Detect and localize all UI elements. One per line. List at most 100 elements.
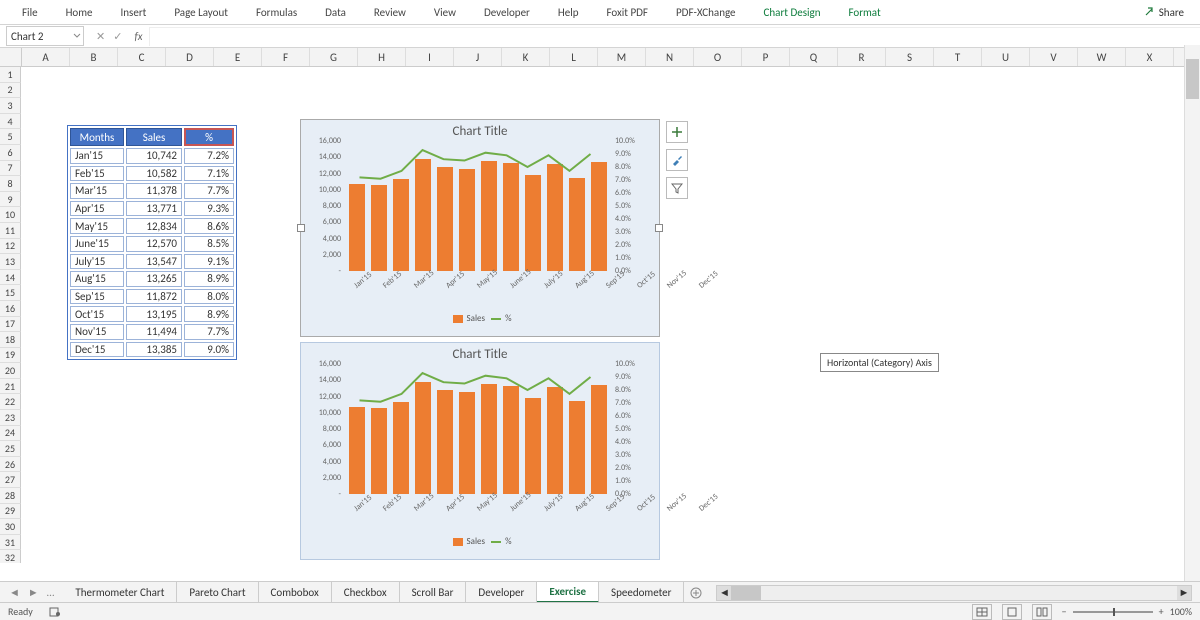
- cell-sales[interactable]: 12,570: [126, 236, 182, 252]
- row-28[interactable]: 28: [0, 488, 21, 504]
- row-21[interactable]: 21: [0, 379, 21, 395]
- table-row[interactable]: Sep'1511,8728.0%: [70, 289, 234, 305]
- row-16[interactable]: 16: [0, 301, 21, 317]
- row-3[interactable]: 3: [0, 98, 21, 114]
- row-27[interactable]: 27: [0, 472, 21, 488]
- sheet-nav[interactable]: ◄►…: [0, 586, 63, 599]
- tab-home[interactable]: Home: [52, 0, 107, 24]
- plot-area[interactable]: -2,0004,0006,0008,00010,00012,00014,0001…: [345, 141, 611, 271]
- col-P[interactable]: P: [742, 48, 790, 66]
- cell-sales[interactable]: 12,834: [126, 218, 182, 234]
- name-box[interactable]: Chart 2: [6, 26, 84, 46]
- cancel-icon[interactable]: ✕: [96, 30, 105, 43]
- cell-sales[interactable]: 10,582: [126, 166, 182, 182]
- cell-month[interactable]: Apr'15: [70, 201, 124, 217]
- row-6[interactable]: 6: [0, 145, 21, 161]
- row-29[interactable]: 29: [0, 504, 21, 520]
- hdr-sales[interactable]: Sales: [126, 128, 182, 146]
- table-row[interactable]: Oct'1513,1958.9%: [70, 306, 234, 322]
- row-15[interactable]: 15: [0, 285, 21, 301]
- data-table[interactable]: Months Sales % Jan'1510,7427.2%Feb'1510,…: [67, 125, 237, 360]
- row-2[interactable]: 2: [0, 83, 21, 99]
- cell-month[interactable]: Jan'15: [70, 148, 124, 164]
- row-12[interactable]: 12: [0, 239, 21, 255]
- formula-input[interactable]: [149, 27, 1200, 46]
- table-row[interactable]: Dec'1513,3859.0%: [70, 342, 234, 358]
- row-24[interactable]: 24: [0, 426, 21, 442]
- new-sheet-button[interactable]: [684, 587, 708, 599]
- cell-pct[interactable]: 8.9%: [184, 271, 234, 287]
- cell-pct[interactable]: 7.7%: [184, 324, 234, 340]
- row-5[interactable]: 5: [0, 129, 21, 145]
- col-A[interactable]: A: [22, 48, 70, 66]
- scroll-thumb[interactable]: [731, 586, 761, 600]
- hdr-pct[interactable]: %: [184, 128, 234, 146]
- row-32[interactable]: 32: [0, 550, 21, 563]
- cell-pct[interactable]: 8.9%: [184, 306, 234, 322]
- cell-pct[interactable]: 7.2%: [184, 148, 234, 164]
- col-W[interactable]: W: [1078, 48, 1126, 66]
- share-button[interactable]: Share: [1135, 6, 1192, 19]
- cell-sales[interactable]: 11,872: [126, 289, 182, 305]
- row-17[interactable]: 17: [0, 317, 21, 333]
- tab-review[interactable]: Review: [360, 0, 420, 24]
- chart-styles-button[interactable]: [666, 149, 688, 171]
- row-25[interactable]: 25: [0, 441, 21, 457]
- cell-month[interactable]: June'15: [70, 236, 124, 252]
- table-row[interactable]: Feb'1510,5827.1%: [70, 166, 234, 182]
- row-8[interactable]: 8: [0, 176, 21, 192]
- sheet-tab[interactable]: Thermometer Chart: [63, 582, 177, 603]
- sheet-tab[interactable]: Exercise: [537, 582, 599, 603]
- cell-month[interactable]: July'15: [70, 254, 124, 270]
- col-T[interactable]: T: [934, 48, 982, 66]
- cell-sales[interactable]: 10,742: [126, 148, 182, 164]
- tab-formulas[interactable]: Formulas: [242, 0, 311, 24]
- vertical-scrollbar[interactable]: [1184, 45, 1200, 582]
- scroll-left-icon[interactable]: ◄: [717, 586, 731, 600]
- chart-1[interactable]: Chart Title -2,0004,0006,0008,00010,0001…: [300, 119, 660, 337]
- chart-filter-button[interactable]: [666, 177, 688, 199]
- col-V[interactable]: V: [1030, 48, 1078, 66]
- cell-sales[interactable]: 13,265: [126, 271, 182, 287]
- table-row[interactable]: Nov'1511,4947.7%: [70, 324, 234, 340]
- tab-pdfxchange[interactable]: PDF-XChange: [662, 0, 750, 24]
- cell-pct[interactable]: 9.0%: [184, 342, 234, 358]
- spreadsheet-grid[interactable]: 1234567891011121314151617181920212223242…: [0, 67, 1200, 563]
- row-4[interactable]: 4: [0, 114, 21, 130]
- tab-developer[interactable]: Developer: [470, 0, 544, 24]
- row-11[interactable]: 11: [0, 223, 21, 239]
- legend[interactable]: Sales %: [301, 313, 659, 324]
- cell-month[interactable]: May'15: [70, 218, 124, 234]
- col-R[interactable]: R: [838, 48, 886, 66]
- cell-sales[interactable]: 11,494: [126, 324, 182, 340]
- cell-month[interactable]: Oct'15: [70, 306, 124, 322]
- cell-pct[interactable]: 7.1%: [184, 166, 234, 182]
- horizontal-scrollbar[interactable]: ◄►: [716, 585, 1192, 601]
- enter-icon[interactable]: ✓: [113, 30, 122, 43]
- col-Q[interactable]: Q: [790, 48, 838, 66]
- plot-area[interactable]: -2,0004,0006,0008,00010,00012,00014,0001…: [345, 364, 611, 494]
- row-14[interactable]: 14: [0, 270, 21, 286]
- view-page-layout-button[interactable]: [1002, 604, 1022, 620]
- cell-month[interactable]: Feb'15: [70, 166, 124, 182]
- zoom-value[interactable]: 100%: [1170, 605, 1192, 618]
- table-row[interactable]: Apr'1513,7719.3%: [70, 201, 234, 217]
- col-G[interactable]: G: [310, 48, 358, 66]
- chart-title[interactable]: Chart Title: [301, 120, 659, 141]
- col-S[interactable]: S: [886, 48, 934, 66]
- zoom-in-icon[interactable]: +: [1159, 605, 1164, 618]
- row-19[interactable]: 19: [0, 348, 21, 364]
- nav-more-icon[interactable]: …: [44, 586, 58, 599]
- col-C[interactable]: C: [118, 48, 166, 66]
- cell-pct[interactable]: 8.6%: [184, 218, 234, 234]
- col-J[interactable]: J: [454, 48, 502, 66]
- row-1[interactable]: 1: [0, 67, 21, 83]
- table-row[interactable]: June'1512,5708.5%: [70, 236, 234, 252]
- col-L[interactable]: L: [550, 48, 598, 66]
- chart-title[interactable]: Chart Title: [301, 343, 659, 364]
- cell-pct[interactable]: 9.1%: [184, 254, 234, 270]
- col-I[interactable]: I: [406, 48, 454, 66]
- zoom-control[interactable]: − + 100%: [1062, 605, 1192, 618]
- cell-month[interactable]: Sep'15: [70, 289, 124, 305]
- table-row[interactable]: Mar'1511,3787.7%: [70, 183, 234, 199]
